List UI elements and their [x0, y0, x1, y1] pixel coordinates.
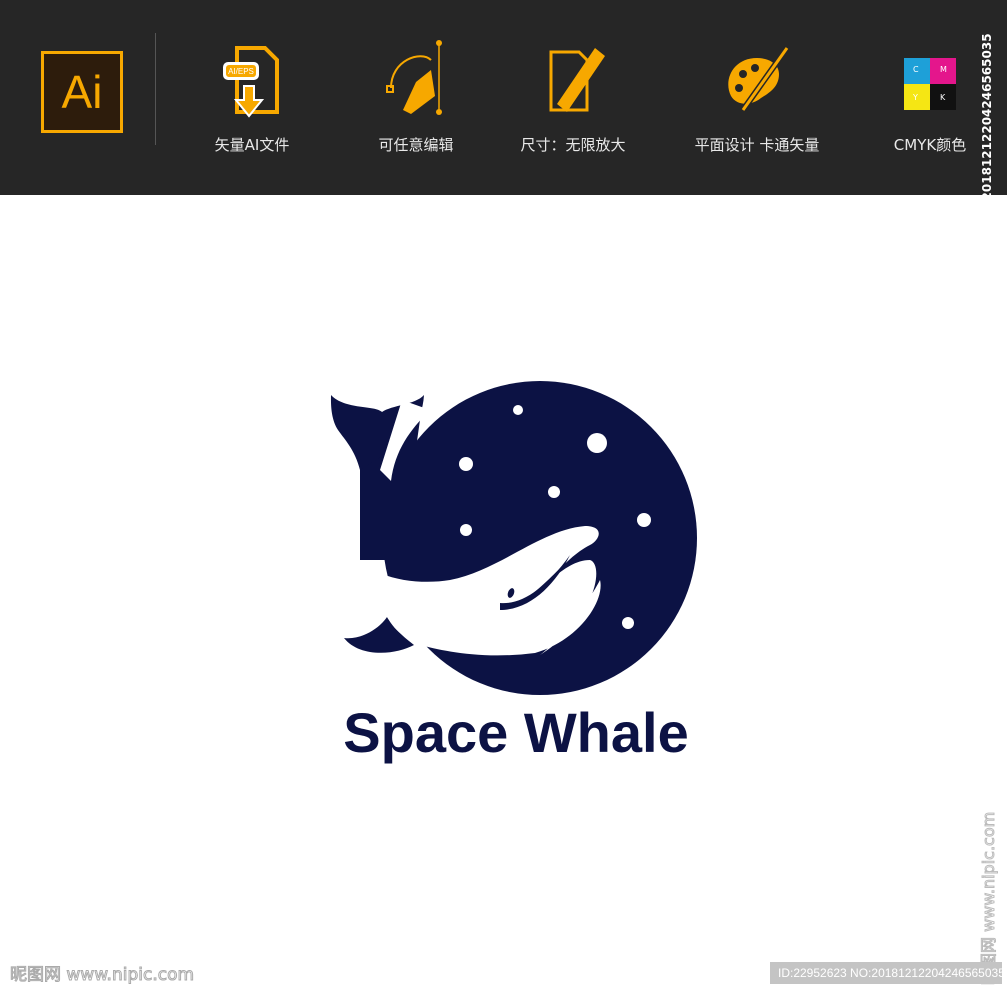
- image-id: ID:22952623 NO:20181212204246565035: [770, 962, 1002, 984]
- space-whale-logo: [330, 381, 697, 695]
- site-watermark: 昵图网 www.nipic.com: [9, 965, 195, 986]
- brand-name: Space Whale: [343, 701, 689, 764]
